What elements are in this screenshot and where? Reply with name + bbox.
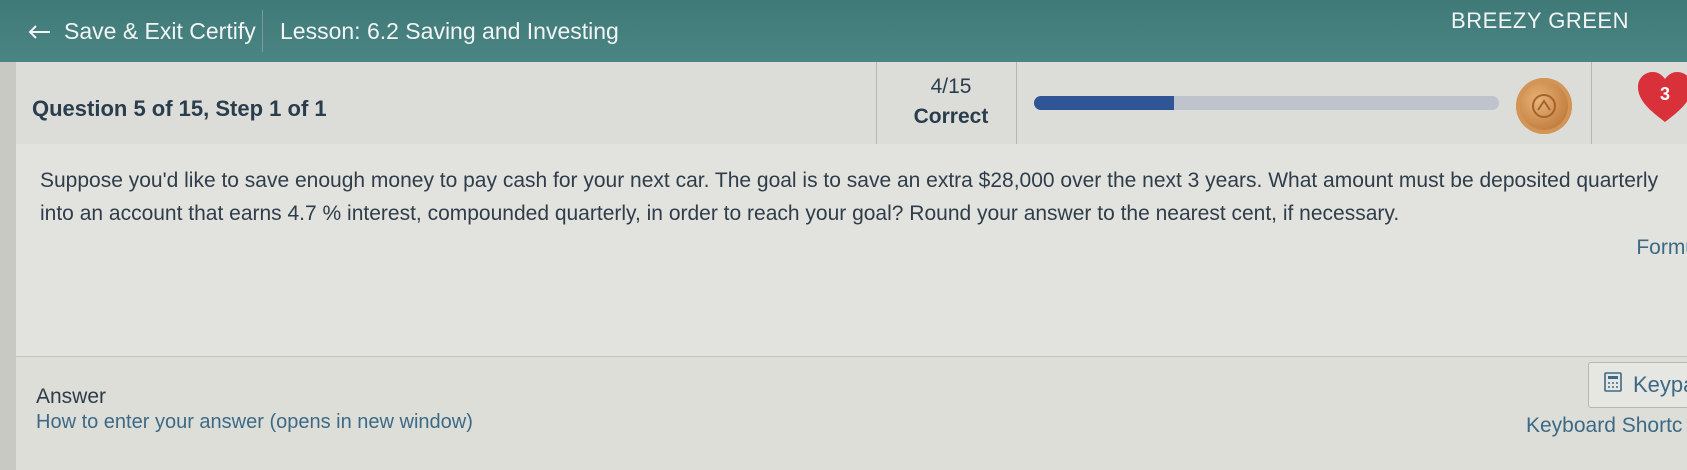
- status-bar: Question 5 of 15, Step 1 of 1 4/15 Corre…: [16, 62, 1687, 145]
- header-divider: [262, 10, 263, 52]
- lesson-title: Lesson: 6.2 Saving and Investing: [280, 18, 619, 44]
- status-divider: [1016, 62, 1017, 144]
- question-label: Question 5 of 15, Step 1 of 1: [32, 96, 327, 121]
- score-label: Correct: [913, 105, 989, 128]
- user-name[interactable]: BREEZY GREEN: [1451, 8, 1629, 34]
- heart-icon: 3: [1636, 70, 1687, 124]
- answer-help-link[interactable]: How to enter your answer (opens in new w…: [36, 411, 473, 434]
- top-bar: Save & Exit Certify Lesson: 6.2 Saving a…: [0, 0, 1687, 62]
- keypad-button[interactable]: Keypa: [1588, 362, 1687, 408]
- calculator-icon: [1603, 372, 1623, 398]
- keypad-label: Keypa: [1633, 372, 1687, 397]
- keyboard-shortcuts-link[interactable]: Keyboard Shortc: [1526, 414, 1682, 438]
- coin-icon[interactable]: [1516, 78, 1572, 134]
- save-exit-label: Save & Exit Certify: [64, 17, 256, 44]
- question-text: Suppose you'd like to save enough money …: [40, 169, 1659, 225]
- progress-bar: [1034, 96, 1499, 110]
- progress-fill: [1034, 96, 1174, 110]
- answer-title: Answer: [36, 385, 107, 408]
- formula-link[interactable]: Formu: [1636, 236, 1687, 260]
- answer-panel: Answer How to enter your answer (opens i…: [16, 357, 1687, 470]
- question-panel: Suppose you'd like to save enough money …: [16, 144, 1687, 357]
- status-divider: [876, 62, 877, 144]
- score-box: 4/15 Correct: [896, 72, 1006, 132]
- status-divider: [1591, 62, 1592, 144]
- save-exit-button[interactable]: Save & Exit Certify: [28, 14, 256, 48]
- lives-count: 3: [1659, 84, 1670, 104]
- arrow-left-icon: [28, 18, 50, 45]
- score-value: 4/15: [930, 75, 972, 98]
